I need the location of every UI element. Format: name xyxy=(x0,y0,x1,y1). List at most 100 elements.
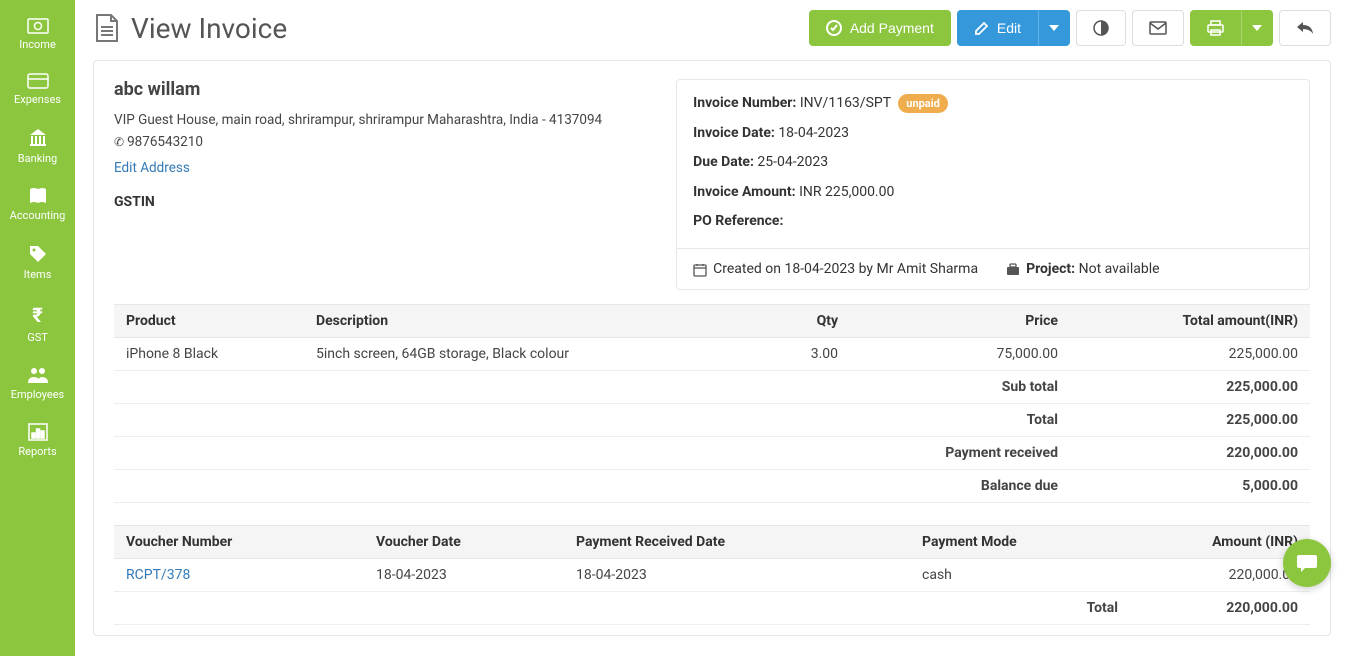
project-value: Not available xyxy=(1079,261,1160,277)
col-voucher-amount: Amount (INR) xyxy=(1130,525,1310,558)
sidebar-item-label: GST xyxy=(27,331,48,344)
sidebar-item-banking[interactable]: Banking xyxy=(0,118,75,177)
edit-button-group: Edit xyxy=(957,10,1070,46)
invoice-number-label: Invoice Number: xyxy=(693,95,796,111)
voucher-link[interactable]: RCPT/378 xyxy=(126,567,190,583)
chat-fab[interactable] xyxy=(1283,539,1331,587)
customer-phone-value: 9876543210 xyxy=(127,134,203,150)
sidebar-item-gst[interactable]: ₹ GST xyxy=(0,293,75,356)
card-icon xyxy=(27,73,49,89)
print-button[interactable] xyxy=(1190,10,1241,46)
sidebar-item-employees[interactable]: Employees xyxy=(0,356,75,413)
reply-icon xyxy=(1296,21,1314,35)
voucher-total-value: 220,000.00 xyxy=(1130,591,1310,624)
sidebar-item-reports[interactable]: Reports xyxy=(0,413,75,470)
edit-address-link[interactable]: Edit Address xyxy=(114,160,190,176)
col-description: Description xyxy=(304,304,760,337)
col-voucher-date: Voucher Date xyxy=(364,525,564,558)
edit-label: Edit xyxy=(997,20,1021,36)
page-title-wrap: View Invoice xyxy=(93,12,287,45)
table-row: RCPT/37818-04-202318-04-2023cash220,000.… xyxy=(114,558,1310,591)
summary-value: 220,000.00 xyxy=(1070,436,1310,469)
envelope-icon xyxy=(1149,21,1167,35)
col-total: Total amount(INR) xyxy=(1070,304,1310,337)
sidebar-item-income[interactable]: Income xyxy=(0,8,75,63)
col-payment-received: Payment Received Date xyxy=(564,525,910,558)
col-qty: Qty xyxy=(760,304,850,337)
action-buttons: Add Payment Edit xyxy=(809,10,1331,46)
cell-voucher-number: RCPT/378 xyxy=(114,558,364,591)
invoice-number-value: INV/1163/SPT xyxy=(800,95,891,111)
caret-down-icon xyxy=(1252,25,1262,31)
summary-value: 5,000.00 xyxy=(1070,469,1310,502)
sidebar-item-expenses[interactable]: Expenses xyxy=(0,63,75,118)
project-text: Project: Not available xyxy=(1026,261,1159,277)
summary-value: 225,000.00 xyxy=(1070,403,1310,436)
add-payment-label: Add Payment xyxy=(850,20,934,36)
phone-icon: ✆ xyxy=(114,135,124,149)
chart-icon xyxy=(28,423,48,441)
cell-description: 5inch screen, 64GB storage, Black colour xyxy=(304,337,760,370)
invoice-date-value: 18-04-2023 xyxy=(778,125,849,141)
check-circle-icon xyxy=(826,20,842,36)
summary-value: 225,000.00 xyxy=(1070,370,1310,403)
back-button[interactable] xyxy=(1279,10,1331,46)
po-reference-line: PO Reference: xyxy=(693,212,1293,232)
caret-down-icon xyxy=(1049,25,1059,31)
col-voucher-number: Voucher Number xyxy=(114,525,364,558)
col-payment-mode: Payment Mode xyxy=(910,525,1130,558)
meta-box: Invoice Number: INV/1163/SPT unpaid Invo… xyxy=(676,79,1310,290)
rupee-icon: ₹ xyxy=(32,303,43,327)
cell-total: 225,000.00 xyxy=(1070,337,1310,370)
email-button[interactable] xyxy=(1132,10,1184,46)
customer-phone: ✆9876543210 xyxy=(114,134,656,150)
summary-row: Sub total225,000.00 xyxy=(114,370,1310,403)
vouchers-header-row: Voucher Number Voucher Date Payment Rece… xyxy=(114,525,1310,558)
users-icon xyxy=(27,366,49,384)
sidebar-item-label: Expenses xyxy=(14,93,61,106)
sidebar-item-label: Reports xyxy=(18,445,56,458)
sidebar: Income Expenses Banking Accounting Items… xyxy=(0,0,75,656)
cell-payment-mode: cash xyxy=(910,558,1130,591)
col-product: Product xyxy=(114,304,304,337)
invoice-amount-label: Invoice Amount: xyxy=(693,184,795,200)
sidebar-item-label: Income xyxy=(19,38,56,51)
summary-label: Payment received xyxy=(114,436,1070,469)
main-content: View Invoice Add Payment Edit xyxy=(75,0,1349,656)
meta-footer: Created on 18-04-2023 by Mr Amit Sharma … xyxy=(677,248,1309,289)
document-icon xyxy=(93,13,119,43)
cell-payment-received: 18-04-2023 xyxy=(564,558,910,591)
gstin-label: GSTIN xyxy=(114,194,656,210)
edit-button[interactable]: Edit xyxy=(957,10,1038,46)
contrast-icon xyxy=(1093,20,1109,36)
summary-row: Payment received220,000.00 xyxy=(114,436,1310,469)
briefcase-icon xyxy=(1006,263,1020,276)
add-payment-button[interactable]: Add Payment xyxy=(809,10,951,46)
table-row: iPhone 8 Black5inch screen, 64GB storage… xyxy=(114,337,1310,370)
sidebar-item-label: Banking xyxy=(18,152,57,165)
sidebar-item-label: Employees xyxy=(11,388,64,401)
page-title: View Invoice xyxy=(131,12,287,45)
voucher-total-row: Total 220,000.00 xyxy=(114,591,1310,624)
cell-price: 75,000.00 xyxy=(850,337,1070,370)
invoice-amount-line: Invoice Amount: INR 225,000.00 xyxy=(693,183,1293,203)
due-date-value: 25-04-2023 xyxy=(757,154,828,170)
invoice-amount-value: INR 225,000.00 xyxy=(799,184,894,200)
cell-qty: 3.00 xyxy=(760,337,850,370)
created-info: Created on 18-04-2023 by Mr Amit Sharma xyxy=(693,261,978,277)
sidebar-item-label: Accounting xyxy=(10,209,66,222)
header-row: View Invoice Add Payment Edit xyxy=(93,10,1331,46)
sidebar-item-accounting[interactable]: Accounting xyxy=(0,177,75,234)
cell-product: iPhone 8 Black xyxy=(114,337,304,370)
voucher-total-label: Total xyxy=(114,591,1130,624)
summary-label: Balance due xyxy=(114,469,1070,502)
due-date-label: Due Date: xyxy=(693,154,754,170)
sidebar-item-items[interactable]: Items xyxy=(0,234,75,293)
summary-label: Total xyxy=(114,403,1070,436)
edit-dropdown-button[interactable] xyxy=(1038,10,1070,46)
meta-body: Invoice Number: INV/1163/SPT unpaid Invo… xyxy=(677,80,1309,248)
book-icon xyxy=(28,187,48,205)
print-dropdown-button[interactable] xyxy=(1241,10,1273,46)
contrast-button[interactable] xyxy=(1076,10,1126,46)
summary-label: Sub total xyxy=(114,370,1070,403)
